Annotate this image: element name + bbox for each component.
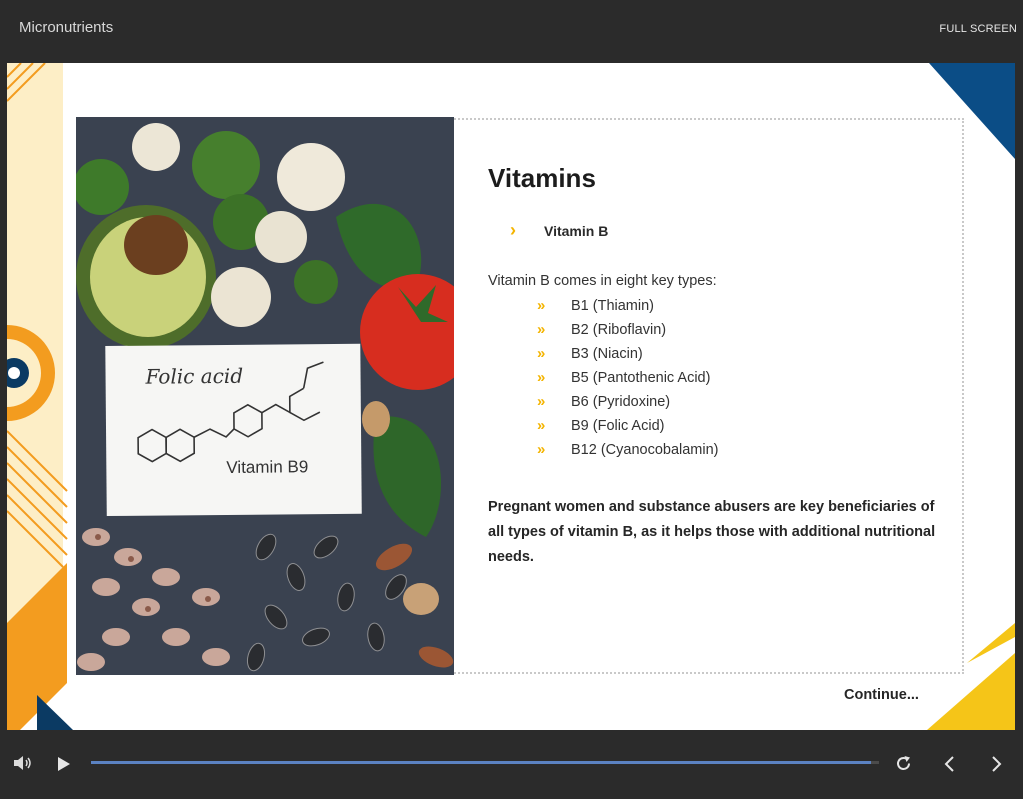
progress-bar[interactable] xyxy=(91,761,879,764)
continue-button[interactable]: Continue... xyxy=(844,687,919,703)
bottom-left-navy-shape xyxy=(37,695,73,730)
list-item: » B9 (Folic Acid) xyxy=(537,414,719,438)
course-title: Micronutrients xyxy=(19,19,114,36)
replay-icon[interactable] xyxy=(895,755,912,772)
play-icon[interactable] xyxy=(57,756,71,772)
bottom-right-yellow-strip xyxy=(967,623,1015,663)
chevron-right-icon: › xyxy=(510,220,516,240)
double-chevron-right-icon: » xyxy=(537,417,546,434)
list-item: » B6 (Pyridoxine) xyxy=(537,390,719,414)
player-controls xyxy=(0,730,1023,799)
double-chevron-right-icon: » xyxy=(537,369,546,386)
progress-fill xyxy=(91,761,872,764)
double-chevron-right-icon: » xyxy=(537,441,546,458)
slide-heading: Vitamins xyxy=(488,163,596,193)
volume-icon[interactable] xyxy=(13,755,33,771)
double-chevron-right-icon: » xyxy=(537,345,546,362)
photo-illustration: Folic acid Vitamin B9 xyxy=(76,117,454,675)
navy-dot-center xyxy=(8,367,20,379)
double-chevron-right-icon: » xyxy=(537,321,546,338)
list-item: » B2 (Riboflavin) xyxy=(537,318,719,342)
list-item: » B3 (Niacin) xyxy=(537,342,719,366)
prev-slide-icon[interactable] xyxy=(942,755,956,773)
card-caption: Vitamin B9 xyxy=(226,457,308,477)
card-title: Folic acid xyxy=(144,364,243,389)
double-chevron-right-icon: » xyxy=(537,297,546,314)
subheading: Vitamin B xyxy=(544,222,609,239)
subheading-row: › Vitamin B xyxy=(510,220,608,241)
vitamin-b-types-list: » B1 (Thiamin) » B2 (Riboflavin) » B3 (Niac… xyxy=(537,294,719,462)
top-bar: Micronutrients FULL SCREEN xyxy=(0,0,1023,63)
summary-text: Pregnant women and substance abusers are… xyxy=(488,499,936,565)
fullscreen-button[interactable]: FULL SCREEN xyxy=(939,23,1017,35)
next-slide-icon[interactable] xyxy=(990,755,1004,773)
folic-acid-foods-photo: Folic acid Vitamin B9 xyxy=(76,117,454,675)
intro-text: Vitamin B comes in eight key types: xyxy=(488,273,717,289)
list-item: » B5 (Pantothenic Acid) xyxy=(537,366,719,390)
double-chevron-right-icon: » xyxy=(537,393,546,410)
list-item: » B1 (Thiamin) xyxy=(537,294,719,318)
list-item: » B12 (Cyanocobalamin) xyxy=(537,438,719,462)
